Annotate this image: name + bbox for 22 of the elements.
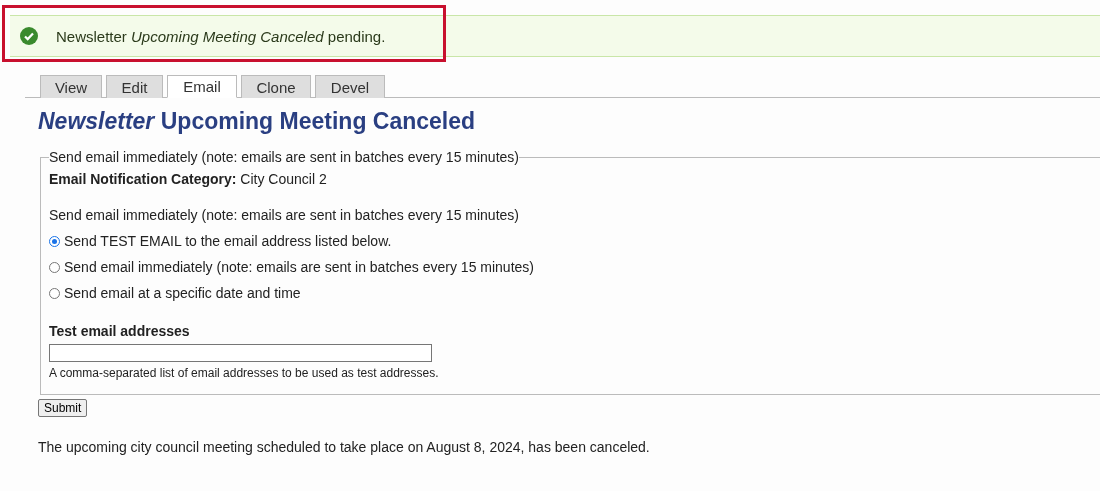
send-description: Send email immediately (note: emails are sent in batches every 15 minutes): [49, 207, 520, 223]
status-message: Newsletter Upcoming Meeting Canceled pending.: [56, 27, 386, 45]
body-text: The upcoming city council meeting scheduled to take place on August 8, 2024, has been canceled.: [38, 439, 651, 455]
tab[interactable]: Clone: [241, 75, 311, 98]
category-line: Email Notification Category: City Council 2: [49, 171, 328, 187]
tab[interactable]: Email: [167, 75, 237, 98]
radio-option[interactable]: Send email immediately (note: emails are sent in batches every 15 minutes): [49, 259, 1092, 275]
radio-button[interactable]: [49, 261, 60, 273]
page-title: Newsletter Upcoming Meeting Canceled: [38, 108, 476, 134]
field-description: A comma-separated list of email addresses to be used as test addresses.: [49, 366, 440, 380]
radio-option[interactable]: Send TEST EMAIL to the email address listed below.: [49, 233, 1092, 249]
tab[interactable]: Devel: [315, 75, 385, 98]
check-circle-icon: [20, 27, 38, 45]
field-label: Test email addresses: [49, 323, 191, 339]
radio-button[interactable]: [49, 287, 60, 299]
fieldset-legend: Send email immediately (note: emails are sent in batches every 15 minutes): [49, 149, 519, 165]
radio-option[interactable]: Send email at a specific date and time: [49, 285, 1092, 301]
input-field[interactable]: [49, 344, 432, 362]
tab[interactable]: View: [40, 75, 102, 98]
tab[interactable]: Edit: [106, 75, 163, 98]
submit-button[interactable]: Submit: [38, 399, 88, 417]
radio-button[interactable]: [49, 235, 60, 247]
